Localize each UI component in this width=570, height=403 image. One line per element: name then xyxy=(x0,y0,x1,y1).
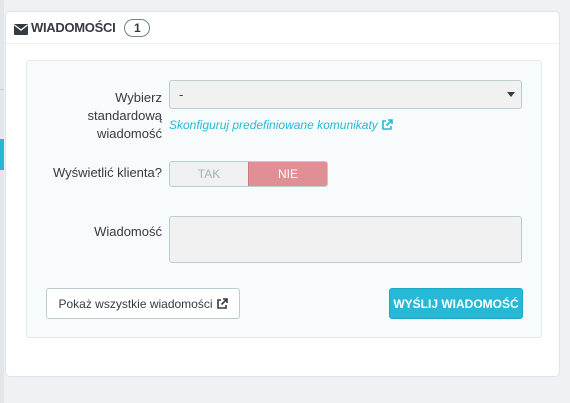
show-customer-label: Wyświetlić klienta? xyxy=(53,165,162,180)
toggle-no-option[interactable]: NIE xyxy=(248,162,327,186)
message-form: Wybierz standardową wiadomość - Skonfigu… xyxy=(26,60,542,338)
panel-heading: WIADOMOŚCI 1 xyxy=(6,12,559,44)
panel-title: WIADOMOŚCI xyxy=(31,20,116,35)
template-select-label: Wybierz standardową wiadomość xyxy=(87,90,162,141)
message-count-badge: 1 xyxy=(124,18,151,37)
external-link-icon xyxy=(216,297,228,310)
side-nav-divider xyxy=(0,89,4,90)
message-label: Wiadomość xyxy=(94,224,162,239)
configure-templates-label: Skonfiguruj predefiniowane komunikaty xyxy=(169,118,378,132)
template-select-value: - xyxy=(179,87,184,102)
show-all-messages-button[interactable]: Pokaż wszystkie wiadomości xyxy=(46,288,240,319)
envelope-icon xyxy=(14,22,28,35)
messages-panel: WIADOMOŚCI 1 Wybierz standardową wiadomo… xyxy=(5,11,560,377)
external-link-icon xyxy=(381,119,393,131)
send-message-button[interactable]: WYŚLIJ WIADOMOŚĆ xyxy=(389,288,523,319)
template-select[interactable]: - xyxy=(169,80,522,109)
toggle-yes-option[interactable]: TAK xyxy=(170,162,248,186)
side-nav-active-indicator[interactable] xyxy=(0,139,4,170)
show-customer-toggle[interactable]: TAK NIE xyxy=(169,161,328,187)
side-nav-edge xyxy=(0,0,4,403)
show-all-messages-label: Pokaż wszystkie wiadomości xyxy=(58,296,213,311)
message-textarea[interactable] xyxy=(169,216,522,263)
configure-templates-link[interactable]: Skonfiguruj predefiniowane komunikaty xyxy=(169,118,393,132)
chevron-down-icon xyxy=(507,92,515,97)
